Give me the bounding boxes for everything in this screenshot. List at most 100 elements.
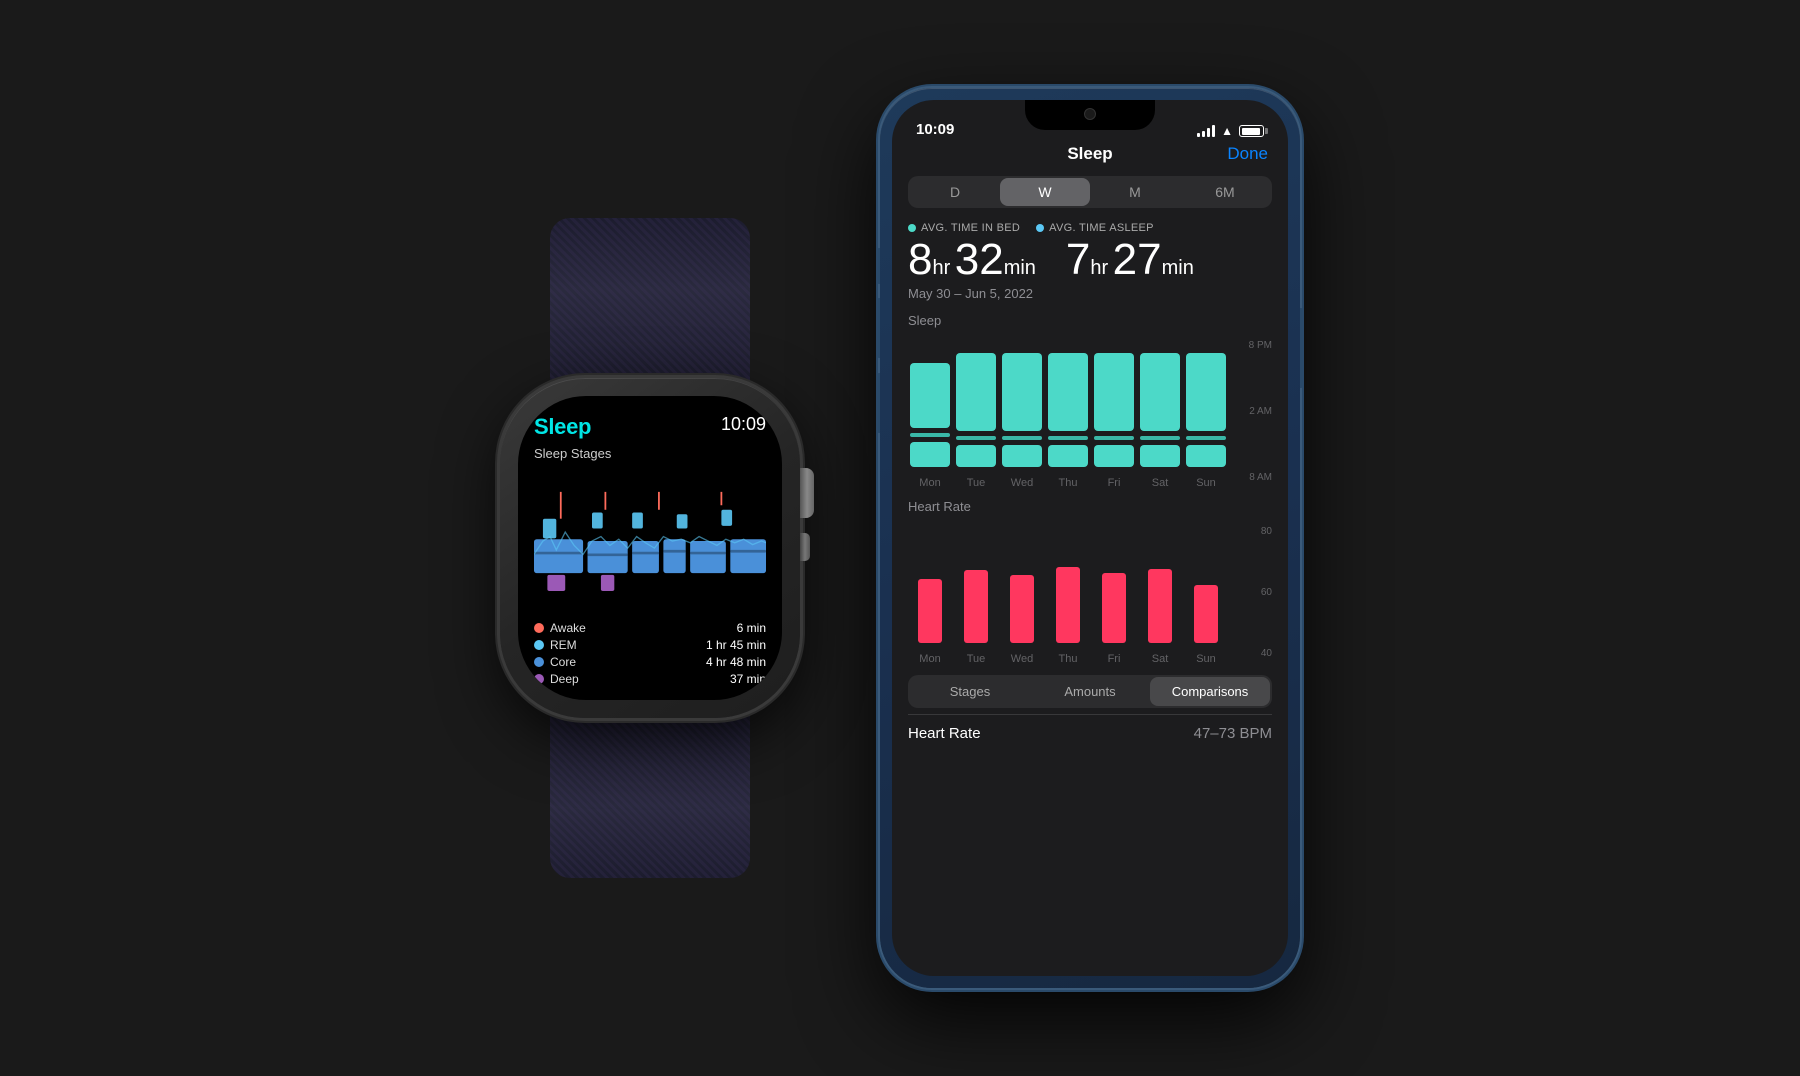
heart-day-sat: Sat (1140, 653, 1180, 665)
grid-label-8am: 8 AM (1232, 472, 1272, 483)
sleep-col-sun (1186, 340, 1226, 467)
status-time: 10:09 (916, 121, 954, 138)
avg-bed-label: AVG. TIME IN BED (908, 222, 1020, 234)
tab-comparisons[interactable]: Comparisons (1150, 677, 1270, 706)
tab-w[interactable]: W (1000, 178, 1090, 206)
stats-section: AVG. TIME IN BED AVG. TIME ASLEEP 8hr 32… (908, 222, 1272, 301)
main-scene: Sleep 10:09 Sleep Stages (0, 0, 1800, 1076)
tab-d[interactable]: D (910, 178, 1000, 206)
avg-asleep-label: AVG. TIME ASLEEP (1036, 222, 1154, 234)
heart-day-thu: Thu (1048, 653, 1088, 665)
day-mon: Mon (910, 477, 950, 489)
core-dot (534, 657, 544, 667)
legend-row-deep: Deep 37 min (534, 672, 766, 686)
heart-day-sun: Sun (1186, 653, 1226, 665)
tab-amounts[interactable]: Amounts (1030, 677, 1150, 706)
bed-dot (908, 224, 916, 232)
phone-mute-switch (876, 248, 880, 284)
app-header: Sleep Done (892, 144, 1288, 176)
sleep-grid-labels: 8 PM 2 AM 8 AM (1232, 334, 1272, 489)
bottom-tabs[interactable]: Stages Amounts Comparisons (908, 675, 1272, 708)
bed-hr-unit: hr (932, 257, 950, 279)
tab-stages[interactable]: Stages (910, 677, 1030, 706)
watch-band-bottom (550, 698, 750, 878)
rem-dot (534, 640, 544, 650)
bed-min-unit: min (1004, 257, 1036, 279)
heart-rate-row: Heart Rate 47–73 BPM (908, 714, 1272, 752)
sleep-chart: 8 PM 2 AM 8 AM (908, 334, 1272, 489)
sleep-col-sat (1140, 340, 1180, 467)
heart-day-tue: Tue (956, 653, 996, 665)
day-wed: Wed (1002, 477, 1042, 489)
watch-crown (800, 468, 814, 518)
day-sun: Sun (1186, 477, 1226, 489)
sleep-col-mon (910, 340, 950, 467)
day-thu: Thu (1048, 477, 1088, 489)
app-title: Sleep (1067, 144, 1112, 164)
sleep-bars (908, 334, 1228, 467)
deep-dot (534, 674, 544, 684)
legend-row-core: Core 4 hr 48 min (534, 655, 766, 669)
day-tue: Tue (956, 477, 996, 489)
sleep-chart-section: Sleep 8 PM 2 AM 8 AM (908, 313, 1272, 489)
heart-rate-value: 47–73 BPM (1194, 725, 1272, 742)
awake-dot (534, 623, 544, 633)
heart-day-labels: Mon Tue Wed Thu Fri Sat Sun (908, 653, 1228, 665)
watch-header: Sleep 10:09 (534, 414, 766, 440)
heart-chart-label: Heart Rate (908, 499, 1272, 514)
legend-row-awake: Awake 6 min (534, 621, 766, 635)
day-sat: Sat (1140, 477, 1180, 489)
battery-icon (1239, 125, 1264, 137)
heart-bars (908, 520, 1228, 643)
heart-grid-80: 80 (1232, 526, 1272, 537)
phone-notch (1025, 100, 1155, 130)
wifi-icon: ▲ (1221, 124, 1233, 138)
tab-m[interactable]: M (1090, 178, 1180, 206)
stats-row: 8hr 32min 7hr 27min (908, 238, 1272, 282)
heart-day-fri: Fri (1094, 653, 1134, 665)
heart-col-wed (1002, 526, 1042, 643)
scroll-content: AVG. TIME IN BED AVG. TIME ASLEEP 8hr 32… (892, 222, 1288, 976)
heart-grid-40: 40 (1232, 648, 1272, 659)
sleep-chart-label: Sleep (908, 313, 1272, 328)
phone-screen: 10:09 ▲ (892, 100, 1288, 976)
phone-volume-down (876, 373, 880, 433)
watch-side-button (800, 533, 810, 561)
phone-camera (1084, 108, 1096, 120)
heart-rate-label: Heart Rate (908, 725, 981, 742)
watch-body: Sleep 10:09 Sleep Stages (500, 378, 800, 718)
status-icons: ▲ (1197, 124, 1264, 138)
asleep-dot (1036, 224, 1044, 232)
sleep-col-fri (1094, 340, 1134, 467)
phone-container: 10:09 ▲ (880, 88, 1300, 988)
phone-body: 10:09 ▲ (880, 88, 1300, 988)
day-fri: Fri (1094, 477, 1134, 489)
heart-col-mon (910, 526, 950, 643)
grid-label-8pm: 8 PM (1232, 340, 1272, 351)
watch-container: Sleep 10:09 Sleep Stages (500, 378, 800, 718)
date-range: May 30 – Jun 5, 2022 (908, 286, 1272, 301)
signal-bars-icon (1197, 125, 1215, 137)
watch-screen: Sleep 10:09 Sleep Stages (518, 396, 782, 700)
heart-col-sun (1186, 526, 1226, 643)
heart-grid-60: 60 (1232, 587, 1272, 598)
watch-subtitle: Sleep Stages (534, 446, 766, 461)
heart-day-wed: Wed (1002, 653, 1042, 665)
watch-sleep-chart (534, 469, 766, 613)
heart-chart: 80 60 40 (908, 520, 1272, 665)
legend-row-rem: REM 1 hr 45 min (534, 638, 766, 652)
done-button[interactable]: Done (1227, 144, 1268, 164)
tab-6m[interactable]: 6M (1180, 178, 1270, 206)
heart-col-sat (1140, 526, 1180, 643)
heart-day-mon: Mon (910, 653, 950, 665)
period-tabs[interactable]: D W M 6M (908, 176, 1272, 208)
asleep-hr-unit: hr (1090, 257, 1108, 279)
day-labels-row: Mon Tue Wed Thu Fri Sat Sun (908, 477, 1228, 489)
heart-col-tue (956, 526, 996, 643)
heart-chart-section: Heart Rate 80 60 40 (908, 499, 1272, 665)
watch-app-title: Sleep (534, 414, 591, 440)
avg-asleep-stat: 7hr 27min (1066, 238, 1194, 282)
phone-volume-up (876, 298, 880, 358)
avg-bed-stat: 8hr 32min (908, 238, 1036, 282)
stat-dots: AVG. TIME IN BED AVG. TIME ASLEEP (908, 222, 1272, 234)
